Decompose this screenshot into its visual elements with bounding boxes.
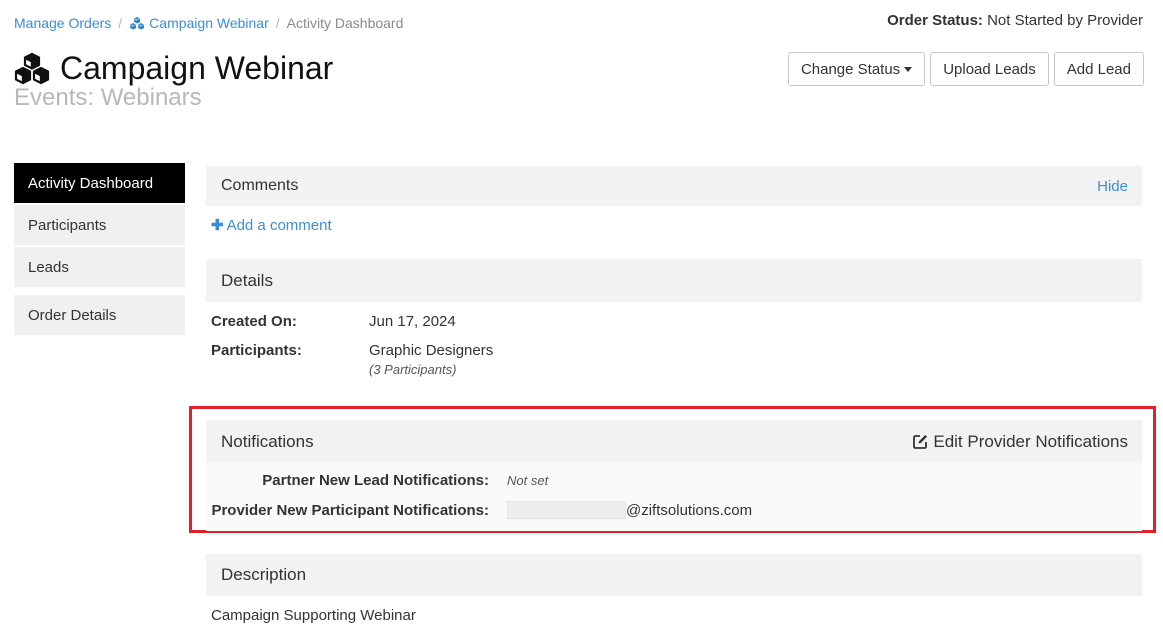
main-content: Comments Hide ✚ Add a comment Details Cr… bbox=[206, 166, 1142, 377]
hide-comments-link[interactable]: Hide bbox=[1097, 178, 1128, 195]
description-text: Campaign Supporting Webinar bbox=[211, 607, 416, 624]
order-status-label: Order Status: bbox=[887, 12, 983, 29]
breadcrumb-manage-orders[interactable]: Manage Orders bbox=[14, 15, 111, 31]
breadcrumb-campaign[interactable]: Campaign Webinar bbox=[129, 15, 269, 31]
sidebar-item-leads[interactable]: Leads bbox=[14, 247, 185, 287]
plus-icon: ✚ bbox=[211, 217, 224, 234]
participants-count: (3 Participants) bbox=[369, 362, 457, 377]
sidebar-item-order-details[interactable]: Order Details bbox=[14, 295, 185, 335]
details-section: Details Created On: Jun 17, 2024 Partici… bbox=[206, 259, 1142, 377]
change-status-label: Change Status bbox=[800, 60, 901, 78]
order-status: Order Status: Not Started by Provider bbox=[887, 12, 1143, 29]
cubes-icon bbox=[130, 17, 145, 30]
add-comment-label: Add a comment bbox=[226, 216, 332, 234]
participants-label: Participants: bbox=[211, 342, 302, 359]
participants-value: Graphic Designers bbox=[369, 342, 494, 359]
change-status-button[interactable]: Change Status bbox=[787, 52, 926, 86]
upload-leads-button[interactable]: Upload Leads bbox=[930, 52, 1049, 86]
edit-provider-notifications-link[interactable]: Edit Provider Notifications bbox=[912, 432, 1128, 452]
sidebar-item-participants[interactable]: Participants bbox=[14, 205, 185, 245]
page-title: Campaign Webinar bbox=[60, 50, 334, 86]
page-header: Campaign Webinar bbox=[14, 50, 333, 87]
provider-notifications-row: Provider New Participant Notifications: … bbox=[206, 501, 752, 519]
breadcrumb-separator: / bbox=[118, 15, 123, 31]
details-title: Details bbox=[221, 270, 273, 290]
notifications-body: Partner New Lead Notifications: Not set … bbox=[206, 463, 1142, 531]
notifications-header: Notifications Edit Provider Notification… bbox=[206, 420, 1142, 463]
breadcrumb-campaign-label[interactable]: Campaign Webinar bbox=[149, 15, 269, 31]
comments-title: Comments bbox=[221, 177, 299, 194]
participants-row: Participants: Graphic Designers (3 Parti… bbox=[211, 342, 1142, 377]
sidebar-item-activity-dashboard[interactable]: Activity Dashboard bbox=[14, 163, 185, 203]
description-header: Description bbox=[206, 554, 1142, 596]
provider-notifications-email: @ziftsolutions.com bbox=[626, 501, 753, 519]
cubes-icon bbox=[14, 52, 50, 84]
order-status-value: Not Started by Provider bbox=[987, 12, 1143, 29]
partner-notifications-row: Partner New Lead Notifications: Not set bbox=[206, 472, 548, 489]
redacted-email-prefix bbox=[507, 501, 626, 519]
page-subtitle: Events: Webinars bbox=[14, 84, 202, 111]
sidebar: Activity Dashboard Participants Leads Or… bbox=[14, 163, 185, 337]
caret-down-icon bbox=[904, 66, 913, 72]
action-toolbar: Change Status Upload Leads Add Lead bbox=[787, 52, 1144, 86]
breadcrumb-current: Activity Dashboard bbox=[286, 15, 404, 31]
details-header: Details bbox=[206, 259, 1142, 302]
created-on-value: Jun 17, 2024 bbox=[369, 313, 456, 330]
description-section: Description Campaign Supporting Webinar bbox=[206, 554, 1142, 624]
notifications-highlight: Notifications Edit Provider Notification… bbox=[189, 406, 1156, 533]
description-title: Description bbox=[221, 565, 307, 584]
comments-header: Comments Hide bbox=[206, 166, 1142, 206]
edit-provider-notifications-label: Edit Provider Notifications bbox=[933, 431, 1128, 451]
add-comment-link[interactable]: ✚ Add a comment bbox=[211, 216, 332, 235]
breadcrumb-separator: / bbox=[275, 15, 280, 31]
notifications-title: Notifications bbox=[221, 431, 314, 451]
partner-notifications-label: Partner New Lead Notifications: bbox=[262, 472, 489, 489]
notifications-section: Notifications Edit Provider Notification… bbox=[206, 420, 1142, 531]
created-on-row: Created On: Jun 17, 2024 bbox=[211, 313, 1142, 330]
breadcrumb: Manage Orders / Campaign Webinar / Activ… bbox=[14, 15, 403, 31]
partner-notifications-value: Not set bbox=[507, 473, 549, 488]
provider-notifications-label: Provider New Participant Notifications: bbox=[211, 501, 489, 519]
add-lead-button[interactable]: Add Lead bbox=[1053, 52, 1144, 86]
created-on-label: Created On: bbox=[211, 313, 297, 330]
edit-icon bbox=[913, 434, 928, 449]
